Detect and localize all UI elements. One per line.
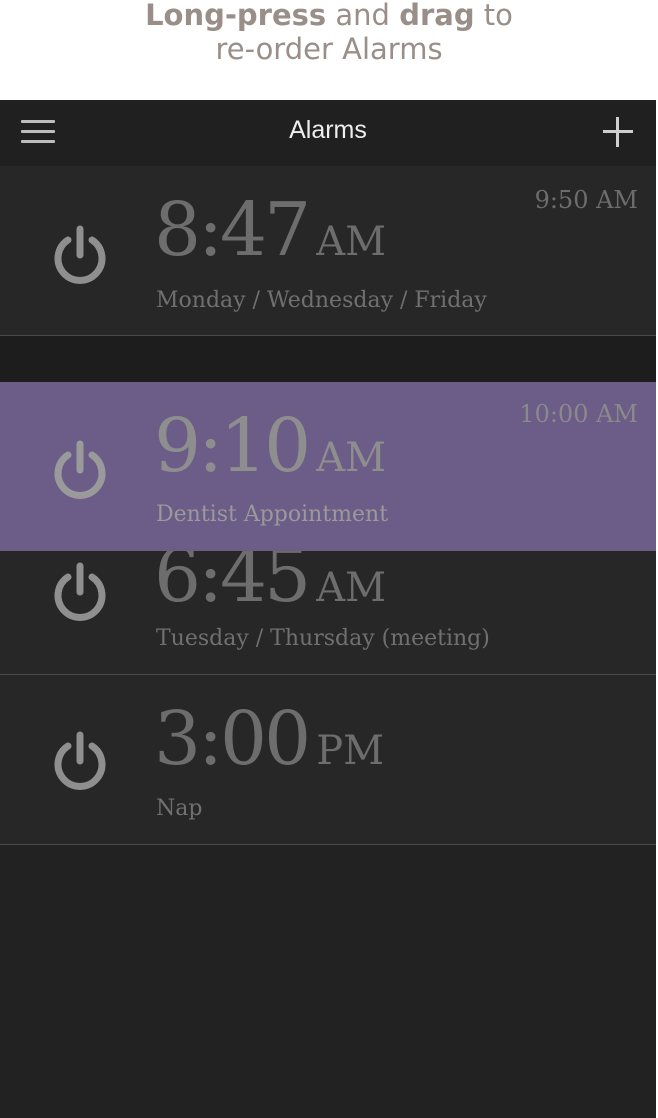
- top-bar: Alarms: [0, 100, 656, 166]
- alarm-time: 9:10 AM: [154, 406, 386, 498]
- alarm-ampm: AM: [316, 565, 387, 611]
- next-alarm-time: 10:00 AM: [519, 400, 638, 428]
- power-toggle-icon[interactable]: [46, 221, 114, 289]
- alarm-ampm: AM: [316, 435, 387, 481]
- alarm-label: Dentist Appointment: [156, 502, 389, 527]
- alarm-time-value: 8:47: [154, 187, 311, 273]
- alarm-row[interactable]: 8:47 AM Monday / Wednesday / Friday 9:50 …: [0, 166, 656, 336]
- alarm-label: Nap: [156, 796, 203, 821]
- alarm-time-value: 9:10: [154, 403, 311, 489]
- caption-bold-drag: drag: [399, 0, 475, 32]
- caption-and: and: [326, 0, 400, 32]
- alarm-label: Monday / Wednesday / Friday: [156, 288, 487, 313]
- instruction-caption: Long-press and drag to re-order Alarms: [0, 0, 658, 100]
- alarm-ampm: PM: [316, 728, 385, 774]
- alarm-ampm: AM: [316, 219, 387, 265]
- next-alarm-time: 9:50 AM: [534, 186, 638, 214]
- alarm-time: 8:47 AM: [154, 190, 386, 282]
- power-toggle-icon[interactable]: [46, 558, 114, 626]
- add-alarm-icon[interactable]: [603, 117, 633, 147]
- power-toggle-icon[interactable]: [46, 436, 114, 504]
- alarm-time-value: 3:00: [154, 696, 311, 782]
- alarm-app-screen: Alarms 8:47 AM Monday / Wednesday / Frida…: [0, 100, 656, 1118]
- caption-line-2: re-order Alarms: [215, 32, 443, 66]
- caption-line-1: Long-press and drag to: [0, 0, 658, 32]
- power-toggle-icon[interactable]: [46, 727, 114, 795]
- caption-bold-longpress: Long-press: [145, 0, 327, 32]
- alarm-time: 3:00 PM: [154, 699, 384, 791]
- dragged-alarm-row[interactable]: 9:10 AM Dentist Appointment 10:00 AM: [0, 382, 656, 551]
- drop-placeholder: [0, 336, 656, 382]
- alarm-label: Tuesday / Thursday (meeting): [156, 626, 490, 651]
- alarm-row[interactable]: 3:00 PM Nap: [0, 675, 656, 845]
- page-title: Alarms: [289, 116, 367, 144]
- caption-to: to: [474, 0, 513, 32]
